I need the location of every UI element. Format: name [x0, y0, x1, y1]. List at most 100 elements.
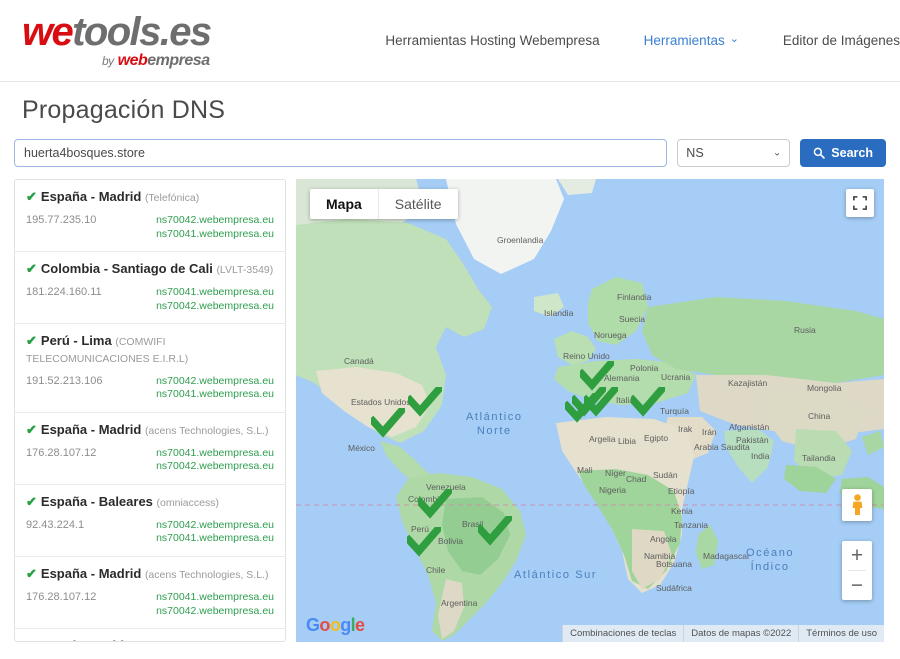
chevron-down-icon: ⌄: [729, 33, 739, 45]
dns-result-isp: (Google): [190, 641, 231, 642]
dns-result-ip: 92.43.224.1: [26, 519, 85, 531]
logo-web-text: web: [117, 52, 148, 69]
dns-result-body: 181.224.160.11 ns70041.webempresa.eu ns700…: [26, 286, 274, 313]
dns-result-location: España - Madrid: [40, 189, 145, 204]
nav-item-herramientas[interactable]: Herramientas ⌄: [644, 33, 739, 48]
check-icon: ✔: [26, 638, 37, 641]
dns-result-item[interactable]: ✔ Perú - Lima (COMWIFI TELECOMUNICACIONES…: [15, 324, 285, 413]
logo-wordmark: wetools.es: [22, 10, 212, 54]
dns-result-item[interactable]: ✔ España - Madrid (Telefónica) 195.77.235.…: [15, 180, 285, 253]
dns-result-body: 195.77.235.10 ns70042.webempresa.eu ns7004…: [26, 214, 274, 241]
dns-result-item[interactable]: ✔ Colombia - Santiago de Cali (LVLT-3549)…: [15, 252, 285, 325]
dns-results-list[interactable]: ✔ España - Madrid (Telefónica) 195.77.235.…: [14, 179, 286, 642]
dns-result-item[interactable]: ✔ España - Madrid (acens Technologies, S.…: [15, 557, 285, 629]
dns-result-records: ns70041.webempresa.eu ns70042.webempresa.…: [156, 447, 274, 474]
logo-we-text: we: [22, 10, 74, 54]
map-canvas: [296, 179, 884, 642]
street-view-pegman-button[interactable]: [842, 489, 872, 521]
dns-result-ip: 176.28.107.12: [26, 446, 97, 459]
dns-result-location: España - Madrid: [40, 421, 145, 437]
dns-result-body: 92.43.224.1 ns70042.webempresa.eu ns70041.…: [26, 519, 274, 546]
google-logo-letter: e: [355, 615, 365, 635]
dns-result-item[interactable]: ✔Estados Unidos - Texas (Google)8.8.8.8n…: [15, 629, 285, 642]
logo-tools-text: tools.es: [72, 10, 212, 54]
google-logo: Google: [306, 615, 365, 636]
dns-result-isp: (omniaccess): [156, 496, 219, 509]
check-icon: ✔: [26, 189, 37, 204]
dns-record-value: ns70041.webempresa.eu: [156, 446, 274, 459]
dns-result-records: ns70042.webempresa.eu ns70041.webempresa.…: [156, 519, 274, 546]
dns-result-header: ✔ Colombia - Santiago de Cali (LVLT-3549): [26, 261, 274, 277]
dns-record-value: ns70041.webempresa.eu: [156, 591, 274, 604]
dns-record-value: ns70042.webempresa.eu: [156, 214, 274, 227]
site-logo[interactable]: wetools.es by webempresa: [0, 12, 323, 69]
dns-result-header: ✔ España - Madrid (Telefónica): [26, 189, 274, 205]
dns-result-records: ns70041.webempresa.eu ns70042.webempresa.…: [156, 286, 274, 313]
dns-result-isp: (Telefónica): [144, 192, 200, 204]
domain-search-input[interactable]: [14, 139, 668, 167]
main-content: ✔ España - Madrid (Telefónica) 195.77.235.…: [0, 167, 900, 642]
nav-item-herramientas-label: Herramientas: [643, 33, 725, 48]
street-view-pegman-icon: [852, 494, 862, 515]
record-type-select[interactable]: NS: [677, 139, 791, 167]
google-logo-letter: g: [340, 615, 351, 635]
dns-record-value: ns70041.webempresa.eu: [156, 388, 274, 401]
map-type-control[interactable]: Mapa Satélite: [310, 189, 458, 219]
dns-result-location: Colombia - Santiago de Cali: [40, 261, 217, 277]
dns-record-value: ns70042.webempresa.eu: [156, 460, 274, 473]
zoom-control[interactable]: + −: [842, 541, 872, 600]
map-attribution-item[interactable]: Términos de uso: [798, 625, 884, 642]
dns-record-value: ns70041.webempresa.eu: [156, 532, 274, 545]
fullscreen-button[interactable]: [846, 189, 874, 217]
dns-result-ip: 191.52.213.106: [26, 374, 103, 387]
dns-result-item[interactable]: ✔ España - Baleares (omniaccess) 92.43.224…: [15, 485, 285, 557]
dns-result-records: ns70042.webempresa.eu ns70041.webempresa.…: [156, 214, 274, 241]
dns-result-ip: 195.77.235.10: [26, 214, 97, 227]
search-icon: [813, 147, 826, 159]
logo-empresa-text: empresa: [147, 52, 210, 69]
dns-result-header: ✔ Perú - Lima (COMWIFI TELECOMUNICACIONES…: [26, 333, 274, 366]
dns-result-body: 191.52.213.106 ns70042.webempresa.eu ns700…: [26, 375, 274, 402]
dns-result-header: ✔ Estados Unidos - Texas (Google): [26, 638, 274, 642]
site-header: wetools.es by webempresa Herramientas Ho…: [0, 0, 900, 82]
map-attribution-item[interactable]: Datos de mapas ©2022: [683, 625, 798, 642]
dns-result-location: Perú - Lima: [40, 333, 116, 349]
dns-result-header: ✔ España - Madrid (acens Technologies, S.…: [26, 566, 274, 582]
dns-record-value: ns70041.webempresa.eu: [156, 227, 274, 240]
dns-result-location: España - Baleares: [40, 493, 157, 509]
page-title: Propagación DNS: [22, 96, 226, 124]
fullscreen-icon: [853, 196, 867, 210]
search-button-label: Search: [831, 146, 873, 160]
check-icon: ✔: [26, 261, 37, 277]
check-icon: ✔: [26, 493, 37, 509]
dns-result-isp: (acens Technologies, S.L.): [144, 568, 269, 581]
dns-result-ip: 176.28.107.12: [26, 591, 97, 604]
dns-result-ip: 181.224.160.11: [26, 286, 102, 299]
dns-result-body: 176.28.107.12 ns70041.webempresa.eu ns7004…: [26, 447, 274, 474]
dns-result-item[interactable]: ✔ España - Madrid (acens Technologies, S.…: [15, 413, 285, 485]
dns-record-value: ns70041.webempresa.eu: [156, 286, 274, 299]
dns-result-isp: (LVLT-3549): [216, 264, 274, 277]
main-navigation: Herramientas Hosting Webempresa Herramie…: [385, 33, 900, 48]
logo-by-text: by: [102, 54, 114, 68]
nav-item-herramientas-hosting[interactable]: Herramientas Hosting Webempresa: [385, 33, 599, 48]
google-logo-letter: o: [319, 615, 330, 635]
dns-record-value: ns70042.webempresa.eu: [156, 374, 274, 387]
dns-result-location: Estados Unidos - Texas: [41, 638, 190, 641]
search-bar: NS ⌄ Search: [0, 125, 900, 167]
world-map[interactable]: Groenlandia Islandia Finlandia Suecia Norueg…: [296, 179, 884, 642]
google-logo-letter: o: [329, 615, 341, 635]
map-attribution-item[interactable]: Combinaciones de teclas: [562, 625, 683, 642]
dns-result-records: ns70041.webempresa.eu ns70042.webempresa.…: [156, 591, 274, 618]
search-button[interactable]: Search: [800, 139, 886, 167]
zoom-in-button[interactable]: +: [842, 541, 872, 570]
dns-record-value: ns70042.webempresa.eu: [156, 519, 274, 531]
check-icon: ✔: [26, 333, 37, 349]
zoom-out-button[interactable]: −: [842, 571, 872, 600]
map-type-mapa-button[interactable]: Mapa: [310, 189, 379, 219]
nav-item-editor-imagenes[interactable]: Editor de Imágenes: [783, 33, 900, 48]
map-type-satelite-button[interactable]: Satélite: [379, 189, 458, 219]
dns-record-value: ns70042.webempresa.eu: [156, 604, 274, 617]
check-icon: ✔: [26, 565, 37, 581]
dns-result-body: 176.28.107.12 ns70041.webempresa.eu ns7004…: [26, 591, 274, 618]
